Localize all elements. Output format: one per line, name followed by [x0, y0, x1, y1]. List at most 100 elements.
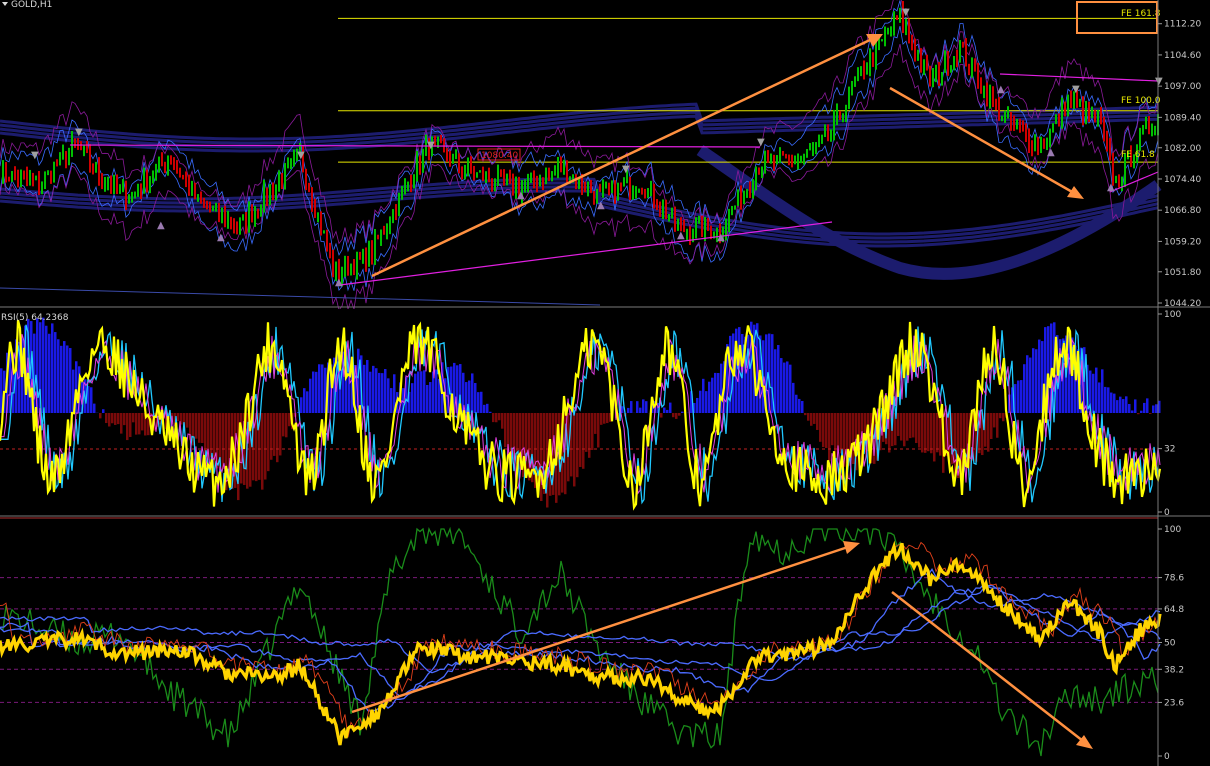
rsi-histogram-bar [798, 398, 801, 413]
rsi-histogram-bar [54, 332, 57, 413]
rsi-histogram-bar [573, 413, 576, 487]
rsi-histogram-bar [825, 413, 828, 449]
rsi-histogram-bar [99, 413, 102, 419]
rsi-histogram-bar [852, 413, 855, 465]
rsi-histogram-bar [483, 404, 486, 413]
rsi-histogram-bar [582, 413, 585, 469]
oscillator-axis: 100 78.6 64.8 50 38.2 23.6 0 [1158, 525, 1184, 762]
rsi-histogram-bar [1152, 405, 1155, 413]
rsi-histogram-bar [927, 413, 930, 452]
price-axis-label: 1051.80 [1164, 268, 1201, 278]
rsi-histogram-bar [660, 413, 663, 418]
rsi-histogram-bar [912, 413, 915, 438]
rsi-histogram-bar [627, 407, 630, 413]
rsi-histogram-bar [1122, 399, 1125, 413]
rsi-histogram-bar [777, 344, 780, 413]
rsi-histogram-bar [132, 413, 135, 423]
oscillator-axis-label: 100 [1164, 525, 1181, 535]
rsi-histogram-bar [597, 413, 600, 448]
rsi-axis: 100 32 0 [1158, 310, 1181, 518]
oscillator-axis-label: 23.6 [1164, 698, 1184, 708]
rsi-histogram-bar [480, 391, 483, 413]
rsi-histogram-bar [993, 413, 996, 428]
rsi-histogram-bar [591, 413, 594, 450]
rsi-histogram-bar [837, 413, 840, 451]
rsi-histogram-bar [1125, 396, 1128, 413]
oscillator-panel [0, 519, 1162, 766]
rsi-histogram-bar [795, 394, 798, 413]
rsi-histogram-bar [276, 413, 279, 463]
rsi-histogram-bar [1116, 400, 1119, 413]
rsi-histogram-bar [495, 413, 498, 423]
rsi-histogram-bar [315, 371, 318, 413]
rsi-histogram-bar [102, 409, 105, 413]
rsi-histogram-bar [834, 413, 837, 458]
rsi-axis-label: 100 [1164, 310, 1181, 320]
rsi-histogram-bar [816, 413, 819, 430]
rsi-histogram-bar [477, 392, 480, 413]
rsi-histogram-bar [306, 391, 309, 413]
rsi-histogram-bar [897, 413, 900, 436]
rsi-histogram-bar [840, 413, 843, 454]
rsi-histogram-bar [630, 401, 633, 413]
fractal-marker: ▲ [217, 232, 225, 243]
rsi-histogram-bar [606, 413, 609, 424]
rsi-histogram-bar [822, 413, 825, 448]
fib-label-161: FE 161.8 [1121, 9, 1161, 19]
rsi-histogram-bar [51, 323, 54, 413]
oscillator-axis-label: 64.8 [1164, 605, 1184, 615]
rsi-histogram-bar [669, 402, 672, 413]
rsi-histogram-bar [1101, 369, 1104, 413]
rsi-histogram-bar [285, 413, 288, 438]
rsi-title: RSI(5) 64.2368 [1, 313, 69, 323]
rsi-histogram-bar [1110, 392, 1113, 413]
rsi-histogram-bar [603, 413, 606, 424]
rsi-histogram-bar [636, 401, 639, 413]
rsi-histogram-bar [423, 370, 426, 413]
rsi-histogram-bar [921, 413, 924, 453]
rsi-histogram-bar [429, 382, 432, 413]
rsi-histogram-bar [1131, 410, 1134, 413]
rsi-histogram-bar [369, 371, 372, 413]
rsi-histogram-bar [909, 413, 912, 439]
rsi-histogram-bar [1137, 413, 1140, 415]
rsi-histogram-bar [489, 411, 492, 413]
price-axis-label: 1112.20 [1164, 20, 1201, 30]
rsi-histogram-bar [714, 372, 717, 413]
fractal-marker: ▲ [335, 277, 343, 288]
rsi-histogram-bar [1020, 380, 1023, 413]
price-axis-label: 1097.00 [1164, 82, 1201, 92]
rsi-histogram-bar [417, 371, 420, 413]
rsi-histogram-bar [936, 413, 939, 453]
rsi-histogram-bar [57, 339, 60, 413]
rsi-histogram-bar [321, 364, 324, 413]
fractal-marker: ▼ [902, 7, 910, 18]
rsi-histogram-bar [831, 413, 834, 446]
rsi-histogram-bar [60, 345, 63, 413]
rsi-histogram-bar [267, 413, 270, 472]
fractal-marker: ▼ [757, 137, 765, 148]
rsi-histogram-bar [705, 391, 708, 413]
rsi-histogram-bar [996, 413, 999, 438]
rsi-axis-label: 0 [1164, 508, 1170, 518]
rsi-histogram-bar [1113, 393, 1116, 413]
rsi-histogram-bar [786, 361, 789, 413]
rsi-histogram-bar [141, 413, 144, 431]
rsi-histogram-bar [123, 413, 126, 426]
rsi-histogram-bar [588, 413, 591, 458]
rsi-histogram-bar [1026, 355, 1029, 413]
rsi-histogram-bar [372, 365, 375, 413]
rsi-histogram-bar [105, 413, 108, 424]
fractal-marker: ▼ [31, 150, 39, 161]
rsi-histogram-bar [675, 413, 678, 419]
rsi-histogram-bar [702, 378, 705, 413]
rsi-histogram-bar [108, 413, 111, 427]
rsi-histogram-bar [210, 413, 213, 458]
rsi-histogram-bar [1095, 367, 1098, 413]
rsi-histogram-bar [663, 407, 666, 413]
rsi-histogram-bar [1107, 387, 1110, 413]
rsi-histogram-bar [666, 409, 669, 413]
rsi-panel: RSI(5) 64.2368 [0, 309, 1162, 515]
rsi-histogram-bar [111, 413, 114, 424]
rsi-histogram-bar [915, 413, 918, 444]
